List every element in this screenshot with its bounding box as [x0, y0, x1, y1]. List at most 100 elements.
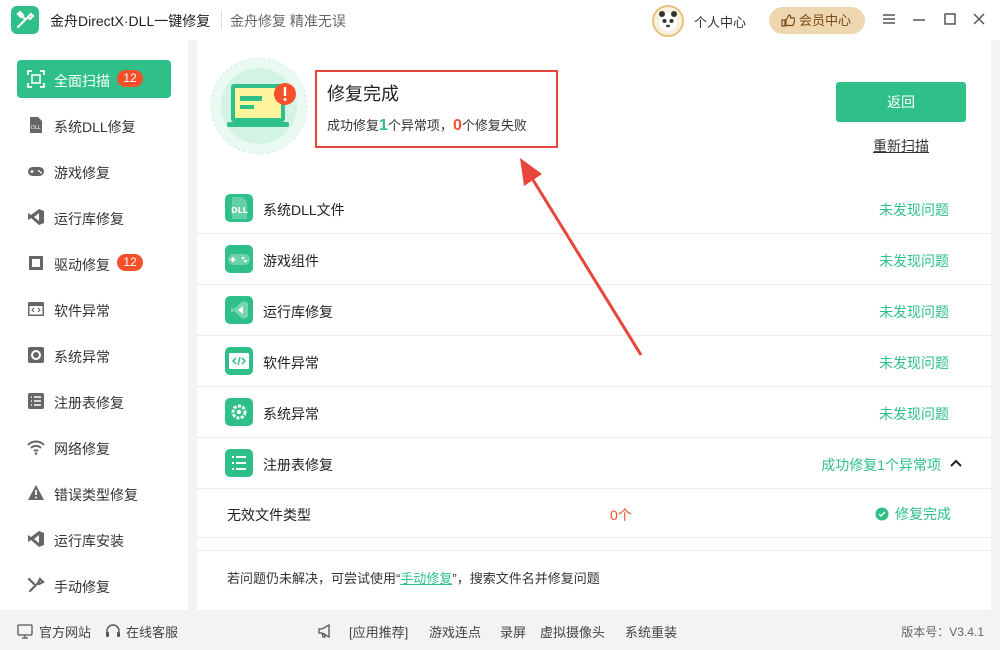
detail-count: 0个: [610, 507, 632, 523]
dll-icon: DLL: [30, 117, 42, 133]
sidebar-item-label: 错误类型修复: [54, 487, 138, 503]
row-status: 未发现问题: [879, 304, 949, 320]
user-center-link[interactable]: 个人中心: [694, 12, 746, 31]
app-link-screen-record[interactable]: 录屏: [500, 622, 526, 641]
repair-complete-illustration: [210, 57, 308, 155]
avatar[interactable]: [652, 5, 684, 37]
list-item[interactable]: 运行库修复 未发现问题: [197, 285, 991, 336]
list-item[interactable]: 系统异常 未发现问题: [197, 387, 991, 438]
result-title: 修复完成: [327, 84, 399, 104]
failed-count: 0: [452, 117, 462, 134]
maximize-icon[interactable]: [942, 11, 958, 27]
sidebar-item-label: 运行库安装: [54, 533, 124, 549]
sidebar-item-label: 驱动修复: [54, 257, 110, 273]
code-window-icon: [225, 347, 253, 375]
hint-bar: 若问题仍未解决，可尝试使用“手动修复”，搜索文件名并修复问题: [197, 550, 991, 600]
title-bar: 金舟DirectX·DLL一键修复 金舟修复 精准无误 个人中心 会员中心: [0, 0, 1000, 40]
app-recommend-label: [应用推荐]: [349, 625, 409, 640]
list-icon: [225, 449, 253, 477]
list-item[interactable]: 软件异常 未发现问题: [197, 336, 991, 387]
sidebar-item-manual-repair[interactable]: 手动修复: [17, 566, 171, 604]
check-circle-icon: [875, 507, 889, 521]
row-label: 系统DLL文件: [263, 202, 345, 218]
title-divider: [221, 10, 222, 30]
app-slogan: 金舟修复 精准无误: [230, 13, 346, 29]
row-status: 未发现问题: [879, 355, 949, 371]
thumb-up-icon: [781, 14, 795, 27]
wrench-icon: [27, 577, 45, 593]
visual-studio-icon: [225, 296, 253, 324]
svg-text:DLL: DLL: [31, 125, 41, 131]
result-summary: 成功修复1个异常项，0个修复失败: [327, 115, 527, 135]
online-support-link[interactable]: 在线客服: [126, 622, 178, 641]
sidebar-item-label: 系统DLL修复: [54, 119, 136, 135]
gamepad-icon: [225, 245, 253, 273]
app-logo-icon: [11, 6, 39, 34]
sidebar-item-label: 注册表修复: [54, 395, 124, 411]
fixed-count: 1: [379, 117, 388, 134]
rescan-link[interactable]: 重新扫描: [873, 136, 929, 156]
sidebar-item-label: 全面扫描: [54, 73, 110, 89]
megaphone-icon: [318, 623, 330, 639]
sidebar-item-label: 网络修复: [54, 441, 110, 457]
manual-repair-link[interactable]: 手动修复: [400, 571, 452, 586]
app-title: 金舟DirectX·DLL一键修复: [50, 13, 211, 29]
sidebar: 全面扫描 12 DLL 系统DLL修复 游戏修复 运行库修复 驱动修复 12 软…: [0, 40, 188, 610]
row-status: 未发现问题: [879, 406, 949, 422]
sidebar-item-label: 游戏修复: [54, 165, 110, 181]
vip-center-label: 会员中心: [799, 13, 852, 28]
list-item[interactable]: DLL 系统DLL文件 未发现问题: [197, 183, 991, 234]
summary-prefix: 成功修复: [327, 118, 380, 133]
sidebar-item-dll-repair[interactable]: DLL 系统DLL修复: [17, 106, 171, 144]
warning-icon: [28, 485, 44, 500]
visual-studio-icon: [28, 531, 44, 547]
list-item[interactable]: 游戏组件 未发现问题: [197, 234, 991, 285]
count-badge: 12: [117, 254, 143, 271]
hint-prefix: 若问题仍未解决，可尝试使用“: [227, 571, 401, 586]
monitor-icon: [17, 624, 33, 639]
minimize-icon[interactable]: [911, 11, 927, 27]
app-link-virtual-camera[interactable]: 虚拟摄像头: [540, 622, 605, 641]
chevron-up-icon[interactable]: [949, 458, 963, 468]
menu-icon[interactable]: [881, 11, 897, 27]
detail-name: 无效文件类型: [227, 507, 311, 523]
sidebar-item-error-type-repair[interactable]: 错误类型修复: [17, 474, 171, 512]
visual-studio-icon: [28, 209, 44, 225]
sidebar-item-registry-repair[interactable]: 注册表修复: [17, 382, 171, 420]
sidebar-item-software-error[interactable]: 软件异常: [17, 290, 171, 328]
row-label: 系统异常: [263, 406, 319, 422]
bottom-bar: 官方网站 在线客服 [应用推荐] 游戏连点 录屏 虚拟摄像头 系统重装 版本号：…: [0, 612, 1000, 650]
sidebar-item-label: 系统异常: [54, 349, 110, 365]
sidebar-item-full-scan[interactable]: 全面扫描 12: [17, 60, 171, 98]
gear-icon: [225, 398, 253, 426]
dll-icon: DLL: [225, 194, 253, 222]
vip-center-button[interactable]: 会员中心: [769, 7, 865, 34]
sidebar-item-label: 手动修复: [54, 579, 110, 595]
row-status: 未发现问题: [879, 202, 949, 218]
close-icon[interactable]: [971, 11, 987, 27]
detail-status: 修复完成: [875, 504, 951, 524]
row-status: 未发现问题: [879, 253, 949, 269]
hint-suffix: ”，搜索文件名并修复问题: [452, 571, 600, 586]
list-icon: [28, 393, 44, 409]
list-item-expanded[interactable]: 注册表修复 成功修复1个异常项: [197, 438, 991, 489]
main-panel: 修复完成 成功修复1个异常项，0个修复失败 返回 重新扫描 DLL 系统DLL文…: [197, 40, 991, 610]
sidebar-item-runtime-install[interactable]: 运行库安装: [17, 520, 171, 558]
back-button[interactable]: 返回: [836, 82, 966, 122]
headset-icon: [106, 624, 120, 637]
app-link-system-reinstall[interactable]: 系统重装: [625, 622, 677, 641]
row-label: 游戏组件: [263, 253, 319, 269]
sidebar-item-system-error[interactable]: 系统异常: [17, 336, 171, 374]
sidebar-item-game-repair[interactable]: 游戏修复: [17, 152, 171, 190]
sidebar-item-driver-repair[interactable]: 驱动修复 12: [17, 244, 171, 282]
app-link-game-clicker[interactable]: 游戏连点: [429, 622, 481, 641]
gear-icon: [28, 347, 44, 363]
detail-status-label: 修复完成: [895, 506, 951, 522]
official-website-link[interactable]: 官方网站: [39, 622, 91, 641]
wifi-icon: [27, 440, 45, 455]
gamepad-icon: [28, 167, 44, 176]
sidebar-item-network-repair[interactable]: 网络修复: [17, 428, 171, 466]
sidebar-item-runtime-repair[interactable]: 运行库修复: [17, 198, 171, 236]
summary-mid: 个异常项，: [387, 118, 453, 133]
count-badge: 12: [117, 70, 143, 87]
